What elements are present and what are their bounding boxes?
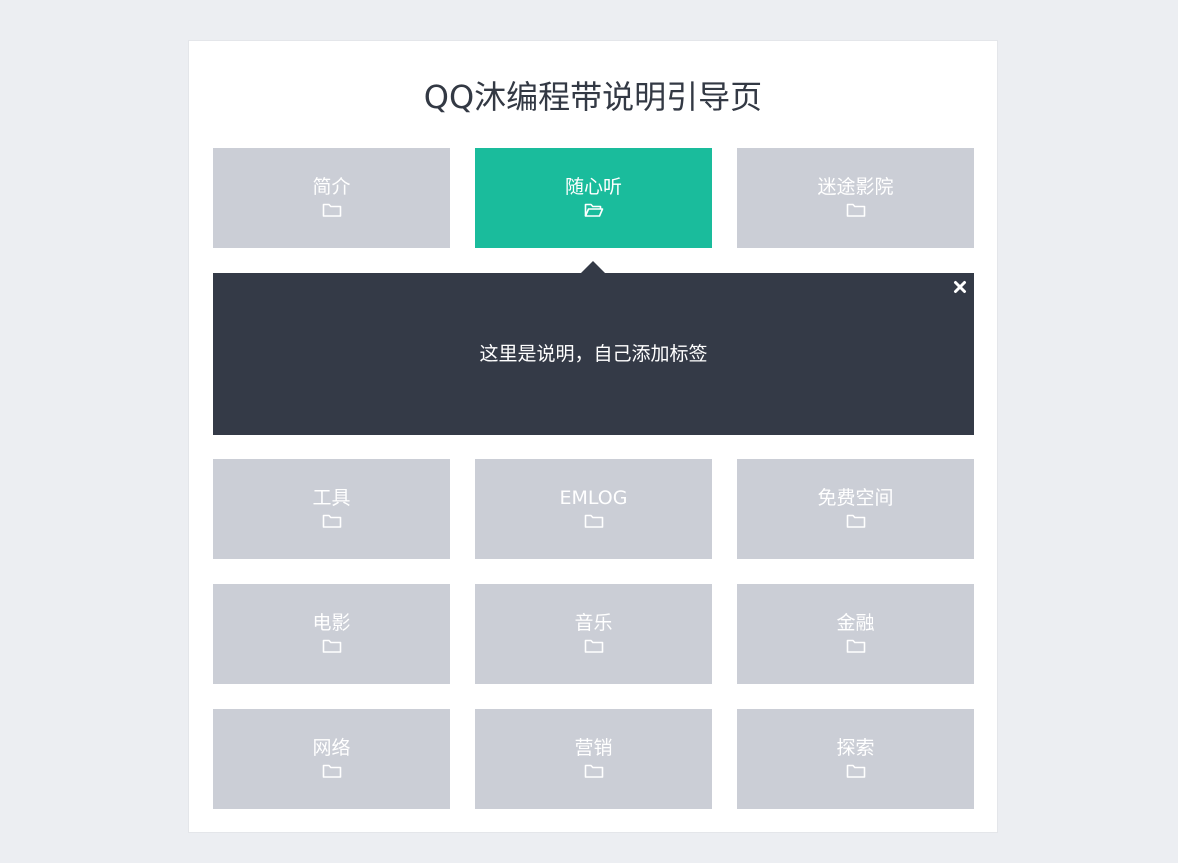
tile-tools[interactable]: 工具 — [213, 459, 450, 559]
folder-icon — [846, 764, 865, 778]
tile-emlog[interactable]: EMLOG — [475, 459, 712, 559]
tile-label: 网络 — [312, 736, 351, 759]
tile-label: 工具 — [312, 486, 351, 509]
folder-icon — [322, 639, 341, 653]
tile-label: 免费空间 — [817, 486, 894, 509]
tile-intro[interactable]: 简介 — [213, 148, 450, 248]
folder-icon — [584, 764, 603, 778]
tile-label: 随心听 — [564, 175, 622, 198]
tile-label: 电影 — [312, 611, 351, 634]
tile-movies[interactable]: 电影 — [213, 584, 450, 684]
tile-label: 简介 — [312, 175, 351, 198]
description-text: 这里是说明，自己添加标签 — [479, 343, 708, 365]
folder-icon — [846, 639, 865, 653]
tile-finance[interactable]: 金融 — [737, 584, 974, 684]
tile-label: 金融 — [836, 611, 875, 634]
tile-marketing[interactable]: 营销 — [475, 709, 712, 809]
folder-icon — [584, 514, 603, 528]
close-icon[interactable] — [952, 279, 968, 295]
tile-label: EMLOG — [559, 486, 628, 509]
tile-music-player[interactable]: 随心听 — [475, 148, 712, 248]
tile-explore[interactable]: 探索 — [737, 709, 974, 809]
folder-open-icon — [584, 203, 603, 217]
tile-cinema[interactable]: 迷途影院 — [737, 148, 974, 248]
folder-icon — [322, 764, 341, 778]
tile-label: 营销 — [574, 736, 613, 759]
tile-label: 迷途影院 — [817, 175, 894, 198]
guide-card: QQ沐编程带说明引导页 简介 随心听 迷途影院 这里是说明，自己添加标签 工具 — [188, 40, 998, 833]
folder-icon — [846, 203, 865, 217]
tile-music[interactable]: 音乐 — [475, 584, 712, 684]
description-panel: 这里是说明，自己添加标签 — [213, 273, 974, 435]
folder-icon — [846, 514, 865, 528]
tile-free-hosting[interactable]: 免费空间 — [737, 459, 974, 559]
tile-label: 音乐 — [574, 611, 613, 634]
folder-icon — [322, 203, 341, 217]
tile-network[interactable]: 网络 — [213, 709, 450, 809]
tile-label: 探索 — [836, 736, 875, 759]
panel-pointer-arrow — [581, 261, 605, 273]
folder-icon — [322, 514, 341, 528]
page-title: QQ沐编程带说明引导页 — [423, 78, 763, 116]
folder-icon — [584, 639, 603, 653]
